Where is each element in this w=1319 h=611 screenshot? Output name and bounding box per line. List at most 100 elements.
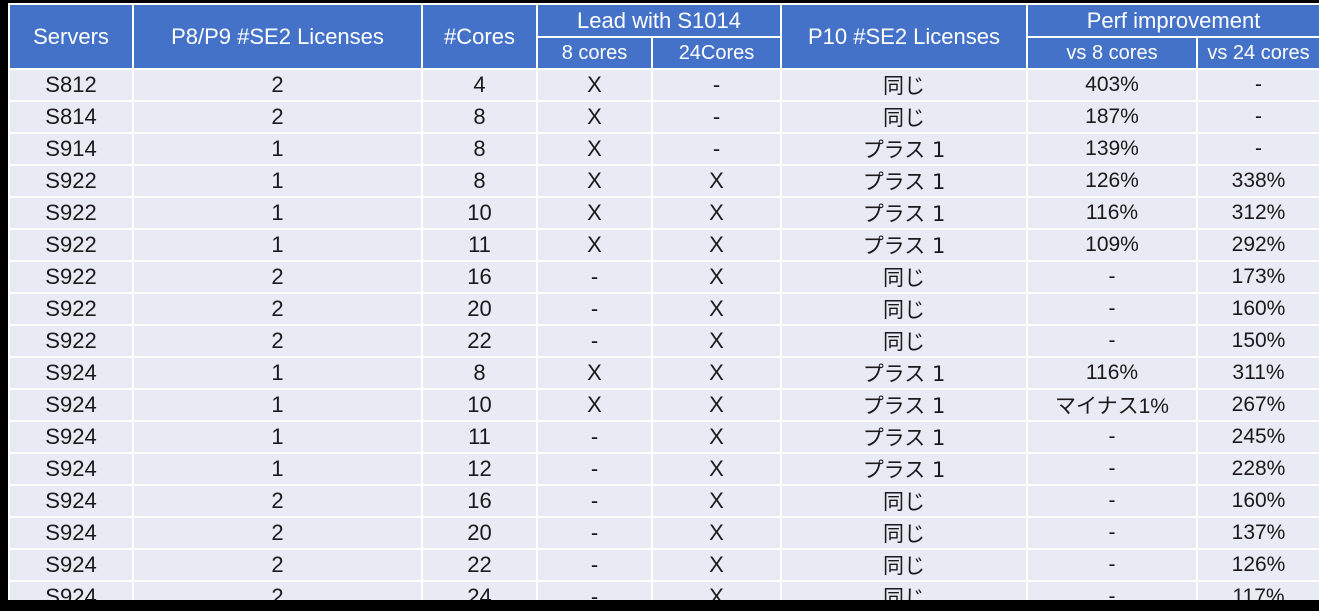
table-row[interactable]: S924 2 16- X 同じ -160% bbox=[8, 484, 1319, 518]
cell-p89-licenses: 1 bbox=[132, 356, 423, 390]
cell-vs-8cores: 187% bbox=[1026, 100, 1198, 134]
cell-lead-24cores: X bbox=[651, 196, 782, 230]
cell-cores: 24 bbox=[421, 580, 538, 600]
cell-server: S814 bbox=[8, 100, 134, 134]
cell-cores: 22 bbox=[421, 548, 538, 582]
header-lead-8-cores[interactable]: 8 cores bbox=[536, 36, 653, 70]
cell-vs-24cores: 173% bbox=[1196, 260, 1319, 294]
cell-p10-licenses: 同じ bbox=[780, 516, 1028, 550]
table-row[interactable]: S924 1 11- X プラス 1-245% bbox=[8, 420, 1319, 454]
cell-vs-24cores: 117% bbox=[1196, 580, 1319, 600]
header-row-group: Servers P8/P9 #SE2 Licenses #Cores Lead … bbox=[8, 3, 1319, 70]
cell-lead-8cores: X bbox=[536, 132, 653, 166]
slide-frame: Servers P8/P9 #SE2 Licenses #Cores Lead … bbox=[0, 0, 1319, 611]
cell-lead-24cores: X bbox=[651, 484, 782, 518]
table-row[interactable]: S924 2 24- X 同じ -117% bbox=[8, 580, 1319, 600]
cell-lead-24cores: X bbox=[651, 292, 782, 326]
cell-server: S924 bbox=[8, 388, 134, 422]
table-row[interactable]: S922 2 20- X 同じ -160% bbox=[8, 292, 1319, 326]
cell-vs-8cores: - bbox=[1026, 516, 1198, 550]
cell-cores: 10 bbox=[421, 196, 538, 230]
cell-p10-licenses: 同じ bbox=[780, 68, 1028, 102]
cell-lead-8cores: X bbox=[536, 68, 653, 102]
cell-p10-licenses: プラス 1 bbox=[780, 228, 1028, 262]
cell-p10-licenses: プラス 1 bbox=[780, 132, 1028, 166]
table-row[interactable]: S812 2 4 X - 同じ 403% - bbox=[8, 68, 1319, 102]
cell-lead-8cores: - bbox=[536, 548, 653, 582]
cell-cores: 22 bbox=[421, 324, 538, 358]
cell-lead-8cores: - bbox=[536, 324, 653, 358]
cell-cores: 10 bbox=[421, 388, 538, 422]
cell-vs-24cores: 137% bbox=[1196, 516, 1319, 550]
cell-p89-licenses: 2 bbox=[132, 516, 423, 550]
cell-p10-licenses: 同じ bbox=[780, 260, 1028, 294]
cell-cores: 11 bbox=[421, 228, 538, 262]
cell-p10-licenses: 同じ bbox=[780, 292, 1028, 326]
cell-server: S924 bbox=[8, 356, 134, 390]
table-row[interactable]: S924 1 12- X プラス 1-228% bbox=[8, 452, 1319, 486]
header-p89-licenses[interactable]: P8/P9 #SE2 Licenses bbox=[132, 3, 423, 70]
cell-p10-licenses: プラス 1 bbox=[780, 196, 1028, 230]
cell-vs-24cores: - bbox=[1196, 100, 1319, 134]
table-row[interactable]: S922 2 16- X 同じ -173% bbox=[8, 260, 1319, 294]
cell-lead-24cores: X bbox=[651, 228, 782, 262]
header-cores[interactable]: #Cores bbox=[421, 3, 538, 70]
cell-vs-24cores: 312% bbox=[1196, 196, 1319, 230]
cell-cores: 16 bbox=[421, 260, 538, 294]
table-row[interactable]: S924 2 20- X 同じ -137% bbox=[8, 516, 1319, 550]
header-p10-licenses[interactable]: P10 #SE2 Licenses bbox=[780, 3, 1028, 70]
cell-lead-24cores: X bbox=[651, 420, 782, 454]
cell-lead-8cores: - bbox=[536, 260, 653, 294]
cell-server: S922 bbox=[8, 228, 134, 262]
table-row[interactable]: S924 1 10 X X プラス 1 マイナス1% 267% bbox=[8, 388, 1319, 422]
cell-vs-24cores: - bbox=[1196, 132, 1319, 166]
cell-vs-8cores: 403% bbox=[1026, 68, 1198, 102]
table-row[interactable]: S814 2 8 X - 同じ 187% - bbox=[8, 100, 1319, 134]
cell-p10-licenses: プラス 1 bbox=[780, 356, 1028, 390]
cell-server: S922 bbox=[8, 324, 134, 358]
cell-vs-24cores: 292% bbox=[1196, 228, 1319, 262]
cell-server: S914 bbox=[8, 132, 134, 166]
cell-cores: 11 bbox=[421, 420, 538, 454]
cell-p89-licenses: 1 bbox=[132, 420, 423, 454]
cell-p89-licenses: 2 bbox=[132, 484, 423, 518]
cell-p10-licenses: 同じ bbox=[780, 548, 1028, 582]
header-lead-24-cores[interactable]: 24Cores bbox=[651, 36, 782, 70]
cell-vs-24cores: 150% bbox=[1196, 324, 1319, 358]
cell-vs-24cores: 126% bbox=[1196, 548, 1319, 582]
header-servers[interactable]: Servers bbox=[8, 3, 134, 70]
cell-vs-8cores: - bbox=[1026, 420, 1198, 454]
cell-lead-24cores: X bbox=[651, 580, 782, 600]
table-row[interactable]: S922 1 10 X X プラス 1 116% 312% bbox=[8, 196, 1319, 230]
header-vs-24-cores[interactable]: vs 24 cores bbox=[1196, 36, 1319, 70]
table-row[interactable]: S922 2 22- X 同じ -150% bbox=[8, 324, 1319, 358]
cell-server: S922 bbox=[8, 260, 134, 294]
cell-vs-24cores: 228% bbox=[1196, 452, 1319, 486]
cell-lead-24cores: X bbox=[651, 324, 782, 358]
table-row[interactable]: S924 2 22- X 同じ -126% bbox=[8, 548, 1319, 582]
cell-lead-24cores: X bbox=[651, 516, 782, 550]
cell-vs-24cores: 267% bbox=[1196, 388, 1319, 422]
cell-lead-24cores: X bbox=[651, 548, 782, 582]
cell-lead-8cores: - bbox=[536, 452, 653, 486]
table-row[interactable]: S924 1 8 X X プラス 1 116% 311% bbox=[8, 356, 1319, 390]
cell-server: S924 bbox=[8, 484, 134, 518]
cell-lead-24cores: X bbox=[651, 164, 782, 198]
cell-lead-24cores: - bbox=[651, 68, 782, 102]
cell-vs-8cores: 139% bbox=[1026, 132, 1198, 166]
cell-p89-licenses: 1 bbox=[132, 164, 423, 198]
cell-lead-8cores: - bbox=[536, 292, 653, 326]
cell-p89-licenses: 2 bbox=[132, 292, 423, 326]
cell-server: S924 bbox=[8, 420, 134, 454]
cell-vs-8cores: - bbox=[1026, 548, 1198, 582]
cell-lead-8cores: X bbox=[536, 356, 653, 390]
header-vs-8-cores[interactable]: vs 8 cores bbox=[1026, 36, 1198, 70]
cell-p10-licenses: 同じ bbox=[780, 100, 1028, 134]
cell-vs-8cores: 116% bbox=[1026, 196, 1198, 230]
table-row[interactable]: S922 1 11 X X プラス 1 109% 292% bbox=[8, 228, 1319, 262]
table-row[interactable]: S922 1 8 X X プラス 1 126% 338% bbox=[8, 164, 1319, 198]
cell-server: S922 bbox=[8, 292, 134, 326]
header-perf-improvement[interactable]: Perf improvement bbox=[1026, 3, 1319, 38]
table-row[interactable]: S914 1 8 X - プラス 1 139% - bbox=[8, 132, 1319, 166]
header-lead-with-s1014[interactable]: Lead with S1014 bbox=[536, 3, 782, 38]
